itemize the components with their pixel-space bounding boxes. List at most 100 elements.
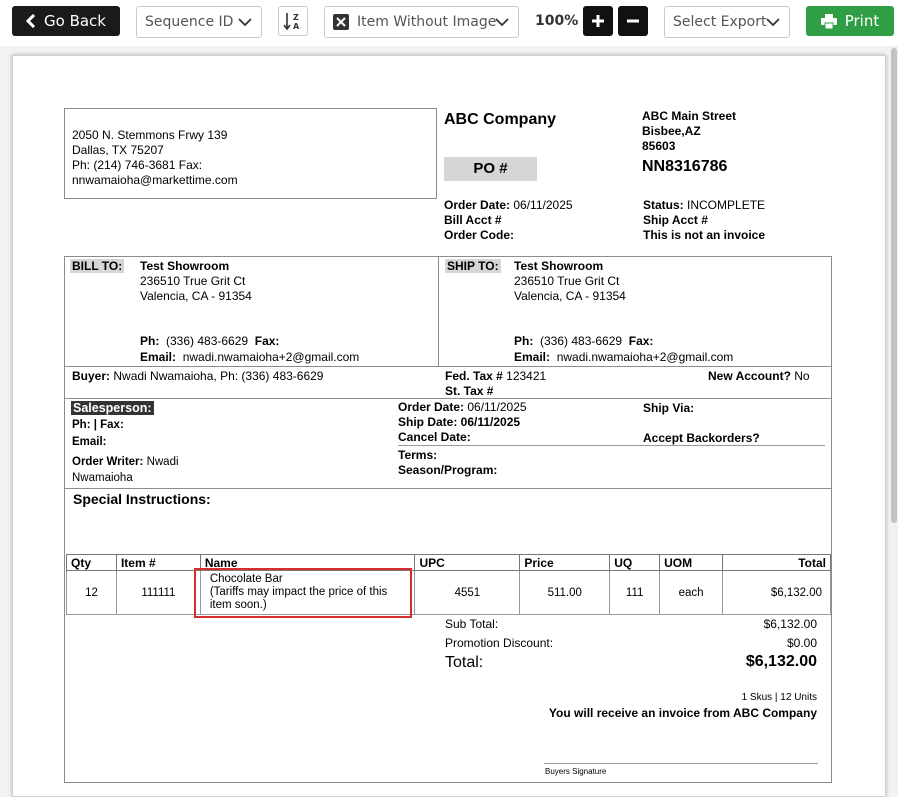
new-account-value: No [794,369,810,383]
new-account-label: New Account? [708,369,791,383]
sort-direction-button[interactable]: Z A [278,6,308,36]
ship-to-city: Valencia, CA - 91354 [514,289,626,303]
bill-to-street: 236510 True Grit Ct [140,274,246,288]
company-address: ABC Main Street Bisbee,AZ 85603 [642,109,736,154]
col-item: Item # [115,554,201,571]
minus-icon [627,19,639,23]
scrollbar-thumb[interactable] [891,48,897,523]
row-uq: 111 [609,570,661,615]
zoom-level: 100% [535,13,579,29]
accept-backorders-label: Accept Backorders? [643,431,760,445]
special-instructions-label: Special Instructions: [73,491,211,507]
order-date-label: Order Date: [444,198,511,212]
highlight-box [194,568,412,618]
order-meta-right: Status: INCOMPLETE Ship Acct # This is n… [643,198,765,243]
sales-order-date-label: Order Date: [398,400,465,414]
season-label: Season/Program: [398,463,498,477]
plus-icon [592,15,604,27]
chevron-left-icon [26,14,36,28]
svg-text:A: A [293,22,300,31]
sales-ph-fax: Ph: | Fax: [72,419,124,431]
ship-to-fax-label: Fax: [628,334,654,348]
sku-count: 1 Skus | 12 Units [741,692,817,703]
promo-value: $0.00 [786,636,817,650]
table-row: 12 111111 Chocolate Bar (Tariffs may imp… [66,570,831,615]
company-street: ABC Main Street [642,109,737,123]
zoom-in-button[interactable] [583,6,613,36]
buyer-bottom-line [64,398,832,399]
ship-to-name: Test Showroom [514,259,604,273]
bill-acct-label: Bill Acct # [444,213,502,227]
chevron-down-icon [495,18,509,27]
svg-text:Z: Z [293,13,299,22]
status-label: Status: [643,198,684,212]
ship-date: Ship Date: 06/11/2025 [398,415,521,429]
go-back-label: Go Back [44,12,106,30]
ship-to-ph-label: Ph: [514,334,534,348]
bill-to-ph-label: Ph: [140,334,160,348]
chevron-down-icon [766,18,780,27]
bill-to-name: Test Showroom [140,259,230,273]
row-total: $6,132.00 [722,570,831,615]
printer-icon [820,13,837,29]
zoom-out-button[interactable] [618,6,648,36]
vendor-city: Dallas, TX 75207 [72,143,164,157]
ship-acct-label: Ship Acct # [643,213,708,227]
new-account: New Account? No [708,369,810,383]
cancel-date-line [398,445,825,446]
print-button[interactable]: Print [806,6,894,36]
sort-field-select[interactable]: Sequence ID [136,6,262,38]
total-label: Total: [445,654,484,671]
row-upc: 4551 [414,570,521,615]
export-placeholder: Select Export [673,14,767,30]
terms-label: Terms: [398,448,438,462]
col-uom: UOM [659,554,724,571]
terms-season: Terms: Season/Program: [398,448,497,478]
items-table: Qty Item # Name UPC Price UQ UOM Total 1… [66,554,831,615]
chevron-down-icon [238,18,252,27]
ship-to-street: 236510 True Grit Ct [514,274,620,288]
company-name: ABC Company [444,111,557,128]
bill-to-contact: Ph: (336) 483-6629 Fax: Email: nwadi.nwa… [140,333,359,365]
total-value: $6,132.00 [745,653,817,670]
order-meta-left: Order Date: 06/11/2025 Bill Acct # Order… [444,198,573,243]
bill-to-city: Valencia, CA - 91354 [140,289,252,303]
bill-to-phone: (336) 483-6629 [166,334,249,348]
vendor-address: 2050 N. Stemmons Frwy 139 Dallas, TX 752… [72,128,238,188]
row-price: 511.00 [519,570,611,615]
fed-tax-value: 123421 [506,369,547,383]
order-writer-last: Nwamaioha [72,472,133,484]
row-qty: 12 [66,570,117,615]
buyer-value: Nwadi Nwamaioha, Ph: (336) 483-6629 [113,369,324,383]
address-bottom-line [64,366,832,367]
col-uq: UQ [609,554,661,571]
order-writer-first: Nwadi [146,456,179,468]
image-filter-select[interactable]: Item Without Image [324,6,519,38]
signature-label: Buyers Signature [545,767,607,776]
vendor-email: nnwamaioha@markettime.com [72,173,238,187]
order-code-label: Order Code: [444,228,515,242]
col-upc: UPC [414,554,521,571]
vendor-street: 2050 N. Stemmons Frwy 139 [72,128,228,142]
ship-to-email-label: Email: [514,350,551,364]
cancel-date-label: Cancel Date: [398,430,471,444]
vendor-phone: Ph: (214) 746-3681 Fax: [72,158,203,172]
order-writer: Order Writer: Nwadi Nwamaioha [72,454,179,486]
sales-order-date: 06/11/2025 [467,400,527,414]
export-select[interactable]: Select Export [664,6,790,38]
status-value: INCOMPLETE [687,198,766,212]
toolbar: Go Back Sequence ID Z A Item Without Ima… [0,0,898,46]
buyer-line: Buyer: Nwadi Nwamaioha, Ph: (336) 483-66… [72,369,323,383]
row-item: 111111 [115,570,201,615]
col-qty: Qty [66,554,117,571]
bill-to-email-label: Email: [140,350,177,364]
po-label: PO # [444,157,537,181]
ship-to-label: SHIP TO: [445,259,501,273]
bill-to-email: nwadi.nwamaioha+2@gmail.com [182,350,360,364]
st-tax-label: St. Tax # [445,384,494,398]
sort-field-value: Sequence ID [145,14,234,30]
sales-email-label: Email: [72,436,107,448]
go-back-button[interactable]: Go Back [12,6,120,36]
company-city: Bisbee,AZ [642,124,701,138]
sales-bottom-line [64,488,832,489]
